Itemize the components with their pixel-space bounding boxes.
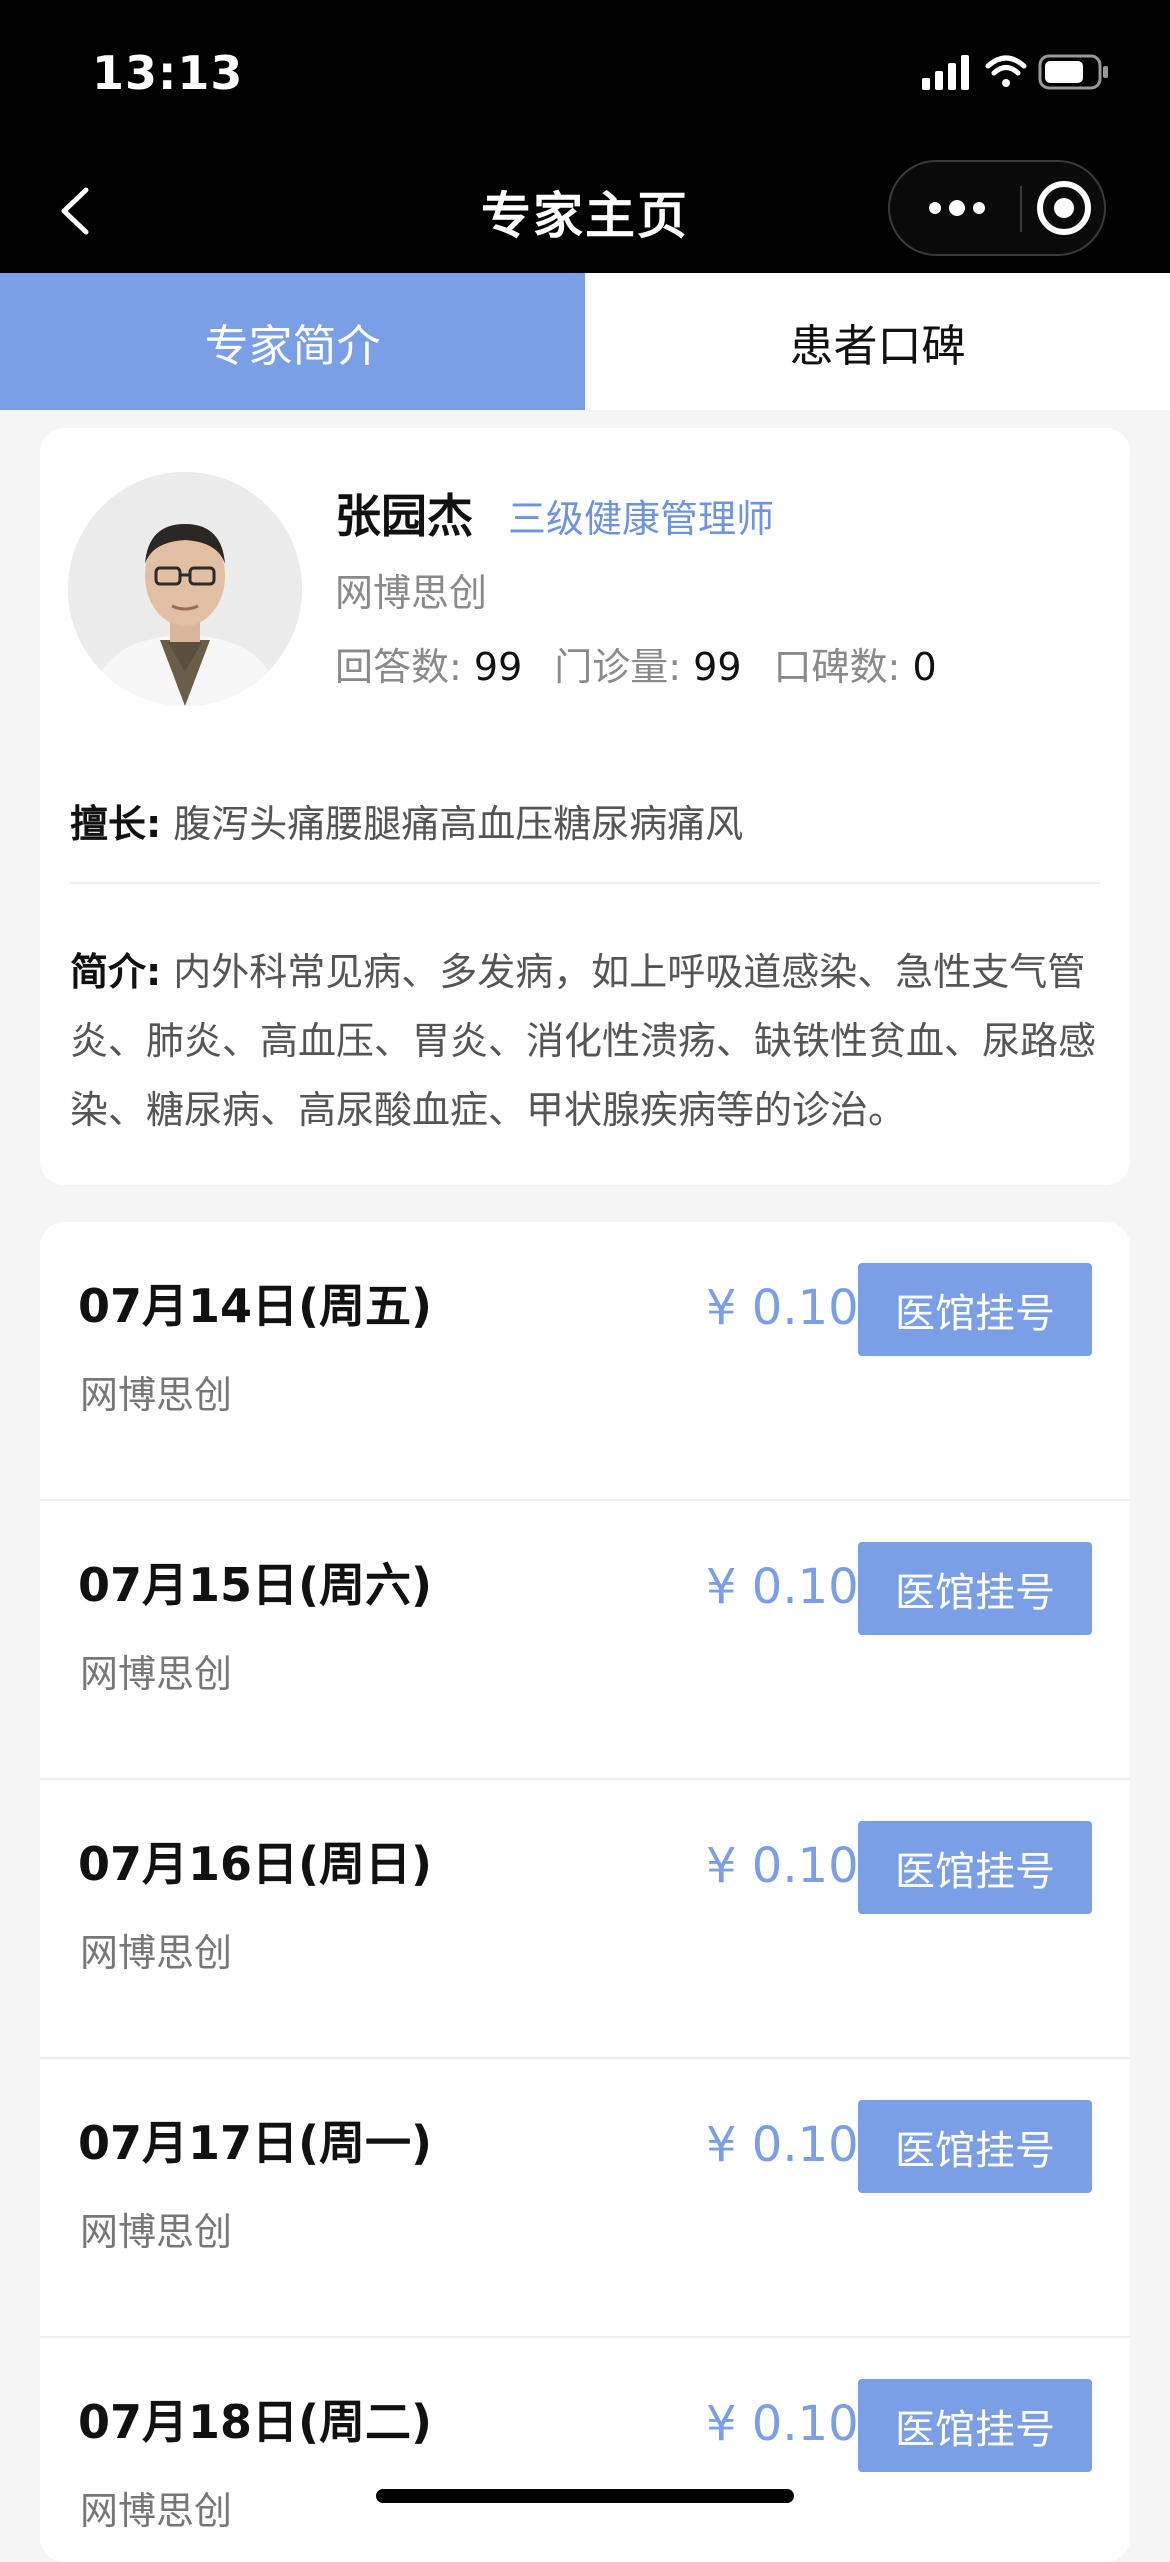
tab-patient-reviews[interactable]: 患者口碑	[585, 273, 1170, 410]
register-button[interactable]: 医馆挂号	[858, 2100, 1092, 2193]
stat-value: 99	[693, 645, 742, 689]
schedule-org: 网博思创	[80, 1931, 233, 1975]
specialty-label: 擅长:	[70, 802, 162, 846]
schedule-row: 07月18日(周二) 网博思创 ¥ 0.10 医馆挂号	[40, 2338, 1130, 2562]
capsule-divider	[1020, 186, 1022, 232]
schedule-price: ¥ 0.10	[706, 2396, 859, 2452]
battery-icon	[1038, 54, 1108, 90]
specialty: 擅长: 腹泻头痛腰腿痛高血压糖尿病痛风	[70, 793, 1100, 884]
register-button[interactable]: 医馆挂号	[858, 1263, 1092, 1356]
schedule-price: ¥ 0.10	[706, 1838, 859, 1894]
intro-label: 简介:	[70, 950, 162, 994]
schedule-row: 07月14日(周五) 网博思创 ¥ 0.10 医馆挂号	[40, 1222, 1130, 1501]
more-dots-icon	[929, 200, 985, 216]
schedule-row: 07月17日(周一) 网博思创 ¥ 0.10 医馆挂号	[40, 2059, 1130, 2338]
doctor-photo	[68, 472, 302, 706]
avatar	[68, 472, 302, 706]
schedule-price: ¥ 0.10	[706, 2117, 859, 2173]
schedule-date: 07月15日(周六)	[78, 1558, 433, 1612]
stat-value: 0	[912, 645, 937, 689]
schedule-price: ¥ 0.10	[706, 1280, 859, 1336]
schedule-org: 网博思创	[80, 1373, 233, 1417]
schedule-org: 网博思创	[80, 2210, 233, 2254]
more-button[interactable]	[890, 162, 998, 254]
close-miniprogram-button[interactable]	[1024, 162, 1106, 254]
register-button[interactable]: 医馆挂号	[858, 2379, 1092, 2472]
stat-reviews: 口碑数: 0	[774, 636, 937, 691]
schedule-row: 07月15日(周六) 网博思创 ¥ 0.10 医馆挂号	[40, 1501, 1130, 1780]
schedule-list: 07月14日(周五) 网博思创 ¥ 0.10 医馆挂号 07月15日(周六) 网…	[40, 1222, 1130, 2562]
status-time: 13:13	[92, 46, 244, 100]
schedule-date: 07月17日(周一)	[78, 2116, 433, 2170]
schedule-date: 07月18日(周二)	[78, 2395, 433, 2449]
stat-label: 门诊量:	[554, 645, 682, 689]
profile-card: 张园杰 三级健康管理师 网博思创 回答数: 99 门诊量: 99 口碑数: 0 …	[40, 428, 1130, 1185]
nav-bar: 专家主页	[0, 150, 1170, 273]
tab-expert-intro[interactable]: 专家简介	[0, 273, 585, 410]
home-indicator	[376, 2489, 794, 2503]
stat-value: 99	[473, 645, 523, 689]
register-button[interactable]: 医馆挂号	[858, 1542, 1092, 1635]
doctor-stats: 回答数: 99 门诊量: 99 口碑数: 0	[335, 636, 937, 691]
doctor-title: 三级健康管理师	[508, 497, 775, 541]
schedule-org: 网博思创	[80, 2489, 233, 2533]
doctor-name: 张园杰	[335, 489, 473, 543]
stat-visits: 门诊量: 99	[554, 636, 741, 691]
stat-label: 回答数:	[335, 645, 462, 689]
schedule-date: 07月16日(周日)	[78, 1837, 433, 1891]
miniprogram-capsule	[888, 160, 1106, 256]
wifi-icon	[985, 55, 1027, 87]
status-icons	[922, 54, 1108, 90]
status-bar: 13:13	[0, 0, 1170, 150]
intro-text: 内外科常见病、多发病，如上呼吸道感染、急性支气管炎、肺炎、高血压、胃炎、消化性溃…	[70, 950, 1097, 1132]
stat-label: 口碑数:	[773, 645, 901, 689]
schedule-row: 07月16日(周日) 网博思创 ¥ 0.10 医馆挂号	[40, 1780, 1130, 2059]
register-button[interactable]: 医馆挂号	[858, 1821, 1092, 1914]
schedule-org: 网博思创	[80, 1652, 233, 1696]
doctor-organization: 网博思创	[335, 571, 488, 615]
target-close-icon	[1037, 181, 1091, 235]
schedule-date: 07月14日(周五)	[78, 1279, 433, 1333]
specialty-text: 腹泻头痛腰腿痛高血压糖尿病痛风	[173, 802, 744, 846]
stat-answers: 回答数: 99	[335, 636, 522, 691]
introduction: 简介: 内外科常见病、多发病，如上呼吸道感染、急性支气管炎、肺炎、高血压、胃炎、…	[70, 938, 1102, 1145]
signal-icon	[922, 55, 969, 90]
schedule-price: ¥ 0.10	[706, 1559, 859, 1615]
tab-bar: 专家简介 患者口碑	[0, 273, 1170, 410]
